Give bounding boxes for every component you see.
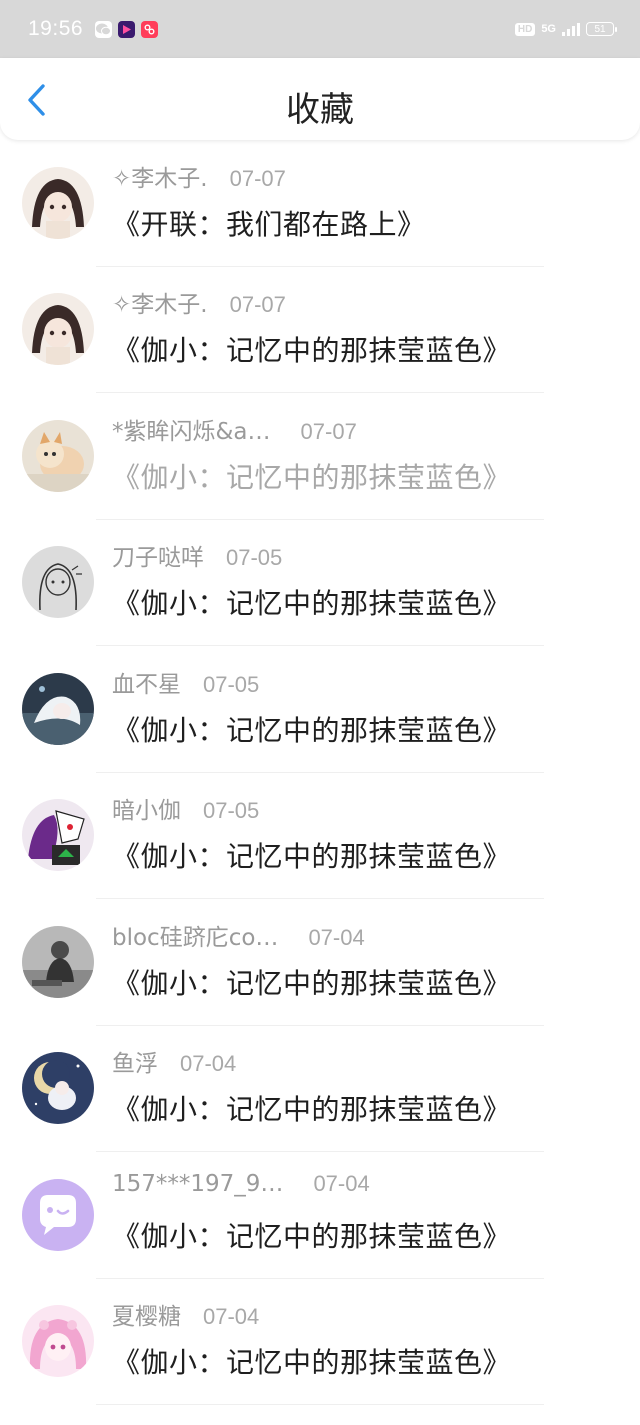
status-time: 19:56: [28, 17, 84, 40]
kitten-avatar[interactable]: [22, 419, 94, 492]
video-app-icon: [118, 20, 136, 38]
favorite-item[interactable]: 鱼浮 07-04 《伽小：记忆中的那抹莹蓝色》: [0, 1026, 640, 1152]
favorite-meta: ✧李木子. 07-07: [112, 285, 286, 319]
favorite-meta: ✧李木子. 07-07: [112, 159, 286, 193]
favorite-meta: 157***197_9… 07-04: [112, 1171, 370, 1197]
favorite-meta: 血不星 07-05: [112, 665, 259, 699]
default-chat-bubble-avatar[interactable]: [22, 1178, 94, 1251]
moon-night-avatar[interactable]: [22, 1052, 94, 1124]
favorite-item[interactable]: ✧李木子. 07-07 《伽小：记忆中的那抹莹蓝色》: [0, 267, 640, 393]
favorite-meta: 暗小伽 07-05: [112, 791, 259, 825]
favorite-item[interactable]: 刀子哒咩 07-05 《伽小：记忆中的那抹莹蓝色》: [0, 520, 640, 646]
pink-anime-girl-avatar[interactable]: [22, 1305, 94, 1377]
favorite-meta: 刀子哒咩 07-05: [112, 538, 282, 572]
favorite-meta: bloc硅跻庀co… 07-04: [112, 918, 365, 952]
favorite-username[interactable]: ✧李木子.: [112, 285, 208, 319]
favorite-title[interactable]: 《伽小：记忆中的那抹莹蓝色》: [112, 1088, 511, 1128]
favorite-date: 07-05: [226, 545, 283, 570]
favorite-title[interactable]: 《伽小：记忆中的那抹莹蓝色》: [112, 1215, 511, 1255]
grayscale-photo-avatar[interactable]: [22, 925, 94, 998]
favorite-meta: 夏樱糖 07-04: [112, 1297, 259, 1331]
favorite-username[interactable]: 血不星: [112, 665, 181, 699]
favorite-title[interactable]: 《伽小：记忆中的那抹莹蓝色》: [112, 582, 511, 622]
favorite-item[interactable]: 暗小伽 07-05 《伽小：记忆中的那抹莹蓝色》: [0, 773, 640, 899]
white-hair-anime-avatar[interactable]: [22, 672, 94, 745]
favorite-title[interactable]: 《伽小：记忆中的那抹莹蓝色》: [112, 456, 511, 496]
favorite-item[interactable]: bloc硅跻庀co… 07-04 《伽小：记忆中的那抹莹蓝色》: [0, 900, 640, 1026]
favorite-date: 07-04: [313, 1170, 370, 1196]
favorite-username[interactable]: 157***197_9…: [112, 1171, 283, 1197]
favorite-item[interactable]: ✧李木子. 07-07 《开联：我们都在路上》: [0, 141, 640, 267]
signal-icon: [562, 22, 580, 36]
favorite-date: 07-07: [229, 165, 286, 191]
favorite-username[interactable]: 暗小伽: [112, 791, 181, 825]
favorite-title[interactable]: 《伽小：记忆中的那抹莹蓝色》: [112, 709, 511, 749]
favorite-item[interactable]: 157***197_9… 07-04 《伽小：记忆中的那抹莹蓝色》: [0, 1153, 640, 1279]
anime-girl-dark-hair-avatar[interactable]: [22, 166, 94, 239]
status-indicators: HD 5G 51: [514, 22, 617, 36]
favorite-title[interactable]: 《伽小：记忆中的那抹莹蓝色》: [112, 835, 511, 875]
favorite-username[interactable]: 鱼浮: [112, 1044, 158, 1078]
favorite-title[interactable]: 《伽小：记忆中的那抹莹蓝色》: [112, 962, 511, 1002]
purple-character-avatar[interactable]: [22, 799, 94, 871]
camera-app-icon: [141, 20, 159, 38]
favorite-date: 07-07: [229, 292, 286, 317]
sketch-girl-avatar[interactable]: [22, 546, 94, 618]
favorite-meta: *紫眸闪烁&a… 07-07: [112, 412, 357, 446]
row-divider: [96, 1404, 544, 1405]
favorite-title[interactable]: 《伽小：记忆中的那抹莹蓝色》: [112, 329, 511, 369]
status-app-icons: [95, 20, 159, 38]
favorite-title[interactable]: 《伽小：记忆中的那抹莹蓝色》: [112, 1341, 511, 1381]
favorite-date: 07-04: [180, 1051, 237, 1076]
battery-icon: 51: [586, 22, 617, 36]
favorite-username[interactable]: bloc硅跻庀co…: [112, 918, 278, 952]
favorite-username[interactable]: *紫眸闪烁&a…: [112, 412, 271, 446]
favorite-item[interactable]: 血不星 07-05 《伽小：记忆中的那抹莹蓝色》: [0, 647, 640, 773]
favorite-date: 07-04: [203, 1304, 260, 1329]
page-title: 收藏: [286, 90, 354, 130]
favorite-date: 07-05: [203, 671, 260, 697]
favorite-item[interactable]: 夏樱糖 07-04 《伽小：记忆中的那抹莹蓝色》: [0, 1279, 640, 1405]
status-bar: 19:56 HD 5G 51: [0, 0, 640, 58]
hd-badge: HD: [514, 22, 536, 36]
favorite-title[interactable]: 《开联：我们都在路上》: [112, 203, 426, 243]
wechat-icon: [95, 20, 113, 38]
battery-level: 51: [594, 23, 606, 35]
nav-header: 收藏: [0, 58, 640, 140]
favorite-item[interactable]: *紫眸闪烁&a… 07-07 《伽小：记忆中的那抹莹蓝色》: [0, 394, 640, 520]
favorite-username[interactable]: 刀子哒咩: [112, 538, 204, 572]
favorite-date: 07-07: [300, 418, 357, 444]
network-label: 5G: [541, 23, 556, 35]
favorite-meta: 鱼浮 07-04: [112, 1044, 236, 1078]
favorite-date: 07-04: [308, 924, 365, 950]
favorite-username[interactable]: 夏樱糖: [112, 1297, 181, 1331]
favorite-date: 07-05: [203, 798, 260, 823]
anime-girl-dark-hair-avatar[interactable]: [22, 293, 94, 365]
favorite-username[interactable]: ✧李木子.: [112, 159, 208, 193]
